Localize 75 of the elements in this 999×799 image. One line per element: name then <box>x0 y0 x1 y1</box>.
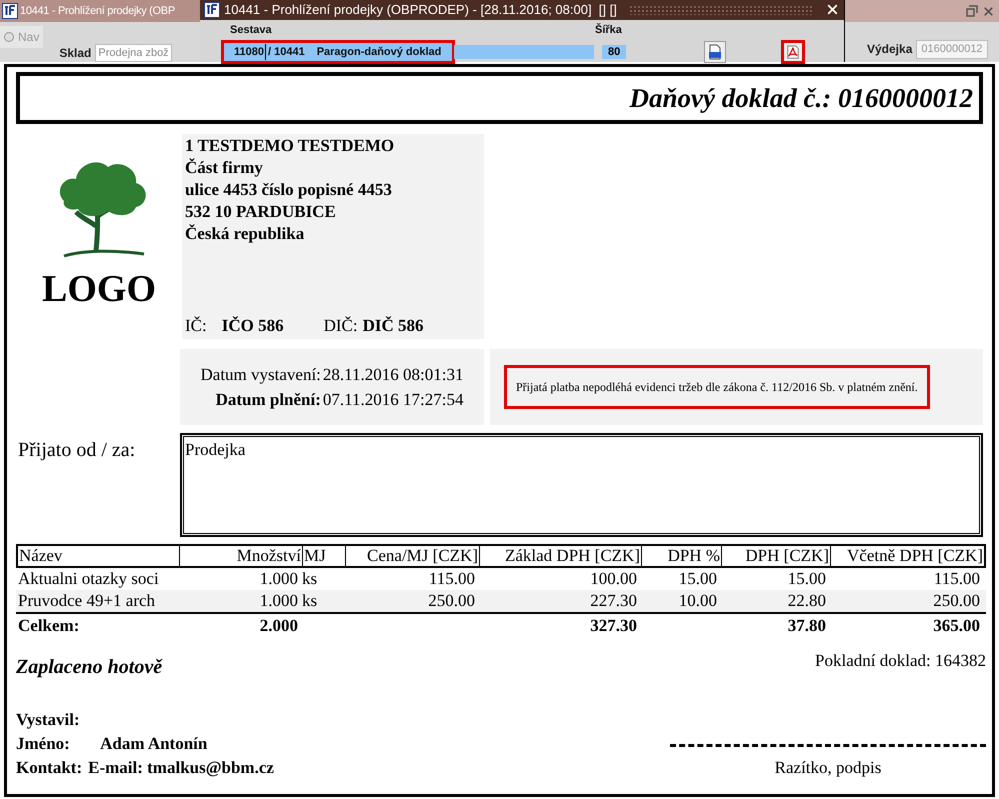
column-header: Název <box>18 546 64 566</box>
xml-export-button[interactable] <box>704 41 726 63</box>
dialog-title: 10441 - Prohlížení prodejky (OBPRODEP) - [28.11.2016; 08:00] [] [] <box>224 1 617 19</box>
table-cell-text: 1.000 <box>258 590 299 612</box>
table-cell-text: 115.00 <box>428 568 476 590</box>
vydejka-field[interactable]: 0160000012 <box>916 40 988 58</box>
table-cell-text: 15.00 <box>678 568 718 590</box>
column-header: Množství <box>179 546 302 566</box>
payment-method: Zaplaceno hotově <box>16 655 162 680</box>
table-cell-text: 1.000 <box>258 568 299 590</box>
table-cell-text: 10.00 <box>678 590 718 612</box>
column-header: DPH [CZK] <box>721 546 830 566</box>
name-value: Adam Antonín <box>100 733 208 755</box>
contact-value: E-mail: tmalkus@bbm.cz <box>88 757 274 779</box>
total-cell-text: Celkem: <box>17 615 80 637</box>
company-line: ulice 4453 číslo popisné 4453 <box>185 179 393 201</box>
received-label: Přijato od / za: <box>17 438 136 463</box>
table-cell-text: Pruvodce 49+1 arch <box>17 590 156 612</box>
ic-value: IČO 586 <box>222 314 284 336</box>
contact-label: Kontakt: <box>16 757 82 779</box>
table-cell-text: 250.00 <box>932 590 981 612</box>
company-line: 532 10 PARDUBICE <box>185 201 337 223</box>
name-label: Jméno: <box>16 733 71 755</box>
total-cell-text: 37.80 <box>786 615 827 637</box>
logo-text: LOGO <box>42 270 156 308</box>
vydejka-label: Výdejka <box>867 41 912 58</box>
date-label: Datum vystavení: <box>200 364 321 386</box>
app-logo-icon <box>204 2 220 18</box>
dic-value: DIČ 586 <box>362 314 424 336</box>
sestava-label: Sestava <box>230 22 273 38</box>
restore-icon[interactable] <box>966 5 978 17</box>
total-cell-text: 2.000 <box>258 615 299 637</box>
app-logo-icon <box>2 2 18 19</box>
report-id: / 10441 <box>266 44 306 60</box>
column-header: DPH % <box>641 546 721 566</box>
table-cell-text: 15.00 <box>786 568 827 590</box>
column-header: Cena/MJ [CZK] <box>345 546 479 566</box>
pdf-file-icon <box>786 45 800 59</box>
table-cell-text: ks <box>301 568 318 590</box>
date-value: 07.11.2016 17:27:54 <box>322 389 464 411</box>
dic-label: DIČ: <box>324 314 358 336</box>
received-value: Prodejka <box>185 440 246 459</box>
document-title: Daňový doklad č.: 0160000012 <box>630 82 973 115</box>
total-cell-text: 365.00 <box>932 615 981 637</box>
width-value[interactable]: 80 <box>602 45 626 59</box>
column-header: Základ DPH [CZK] <box>479 546 641 566</box>
company-line: 1 TESTDEMO TESTDEMO <box>185 135 396 157</box>
table-cell-text: 22.80 <box>786 590 827 612</box>
table-cell-text: 227.30 <box>589 590 638 612</box>
sirka-label: Šířka <box>595 22 622 38</box>
report-selection-row[interactable]: 11080 / 10441 Paragon-daňový doklad <box>224 43 452 61</box>
company-line: Česká republika <box>185 223 306 245</box>
sklad-field[interactable]: Prodejna zbož <box>95 44 172 62</box>
total-cell-text: 327.30 <box>589 615 638 637</box>
sklad-label: Sklad <box>59 44 92 62</box>
cash-document-number: Pokladní doklad: 164382 <box>815 650 986 672</box>
notice-text: Přijatá platba nepodléhá evidenci tržeb dle zákona č. 112/2016 Sb. v platném znění. <box>504 365 930 409</box>
table-cell-text: Aktualni otazky soci <box>17 568 160 590</box>
company-line: Část firmy <box>185 157 264 179</box>
nav-radio[interactable]: Nav <box>0 26 44 48</box>
date-label: Datum plnění: <box>214 389 321 411</box>
table-cell-text: 100.00 <box>589 568 638 590</box>
ic-label: IČ: <box>185 314 207 336</box>
window-title: 10441 - Prohlížení prodejky (OBP <box>20 4 175 18</box>
table-cell-text: ks <box>301 590 318 612</box>
pdf-export-button[interactable] <box>781 40 806 64</box>
signature-label: Razítko, podpis <box>774 756 882 779</box>
column-header: Včetně DPH [CZK] <box>830 546 984 566</box>
report-code: 11080 <box>224 44 266 60</box>
xml-file-icon <box>707 44 724 60</box>
table-cell-text: 250.00 <box>427 590 476 612</box>
issued-by-label: Vystavil: <box>16 709 81 731</box>
table-cell-text: 115.00 <box>932 568 981 590</box>
column-header: MJ <box>302 546 345 566</box>
date-value: 28.11.2016 08:01:31 <box>322 364 464 386</box>
